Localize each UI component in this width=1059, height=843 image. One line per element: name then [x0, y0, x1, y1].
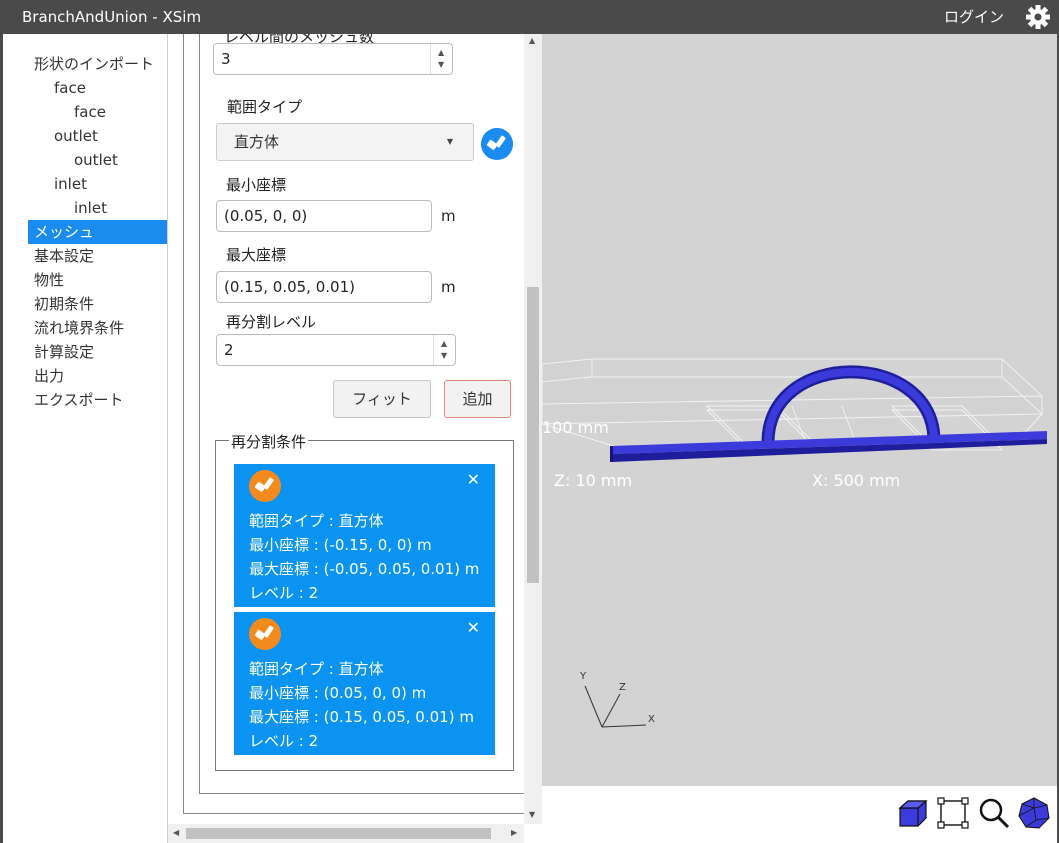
- sidebar-item-inlet[interactable]: inlet: [3, 172, 169, 196]
- range-type-value: 直方体: [234, 133, 280, 151]
- sidebar-item-initial-conditions[interactable]: 初期条件: [3, 292, 169, 316]
- 3d-viewport[interactable]: 100 mm Z: 10 mm X: 500 mm X Y Z: [542, 34, 1059, 786]
- range-type-select[interactable]: 直方体 ▼: [216, 123, 474, 161]
- sidebar-item-mesh[interactable]: メッシュ: [28, 220, 167, 244]
- sidebar-item-calc-settings[interactable]: 計算設定: [3, 340, 169, 364]
- close-icon[interactable]: ✕: [467, 470, 480, 489]
- fit-frame-icon[interactable]: [936, 796, 970, 830]
- mesh-count-value: 3: [221, 50, 231, 68]
- add-button[interactable]: 追加: [444, 380, 511, 418]
- scroll-right-icon[interactable]: ▶: [511, 828, 517, 837]
- spin-up-icon[interactable]: ▲: [438, 49, 444, 57]
- sidebar: 形状のインポート face face outlet outlet inlet i…: [0, 34, 168, 843]
- scroll-down-icon[interactable]: ▼: [529, 810, 535, 819]
- max-coord-input[interactable]: (0.15, 0.05, 0.01): [216, 271, 432, 303]
- pipe-geometry: [610, 365, 1047, 462]
- z-dimension-label: Z: 10 mm: [554, 471, 633, 490]
- refine-level-label: 再分割レベル: [226, 313, 317, 331]
- polyhedron-icon[interactable]: [1017, 796, 1051, 830]
- conditions-legend: 再分割条件: [229, 431, 309, 452]
- min-coord-input[interactable]: (0.05, 0, 0): [216, 200, 432, 232]
- axis-z-label: Z: [619, 682, 626, 693]
- fit-button[interactable]: フィット: [333, 380, 431, 418]
- condition-card[interactable]: ✕ 範囲タイプ : 直方体 最小座標 : (0.05, 0, 0) m 最大座標…: [234, 612, 495, 755]
- sidebar-item-face-child[interactable]: face: [3, 100, 169, 124]
- sidebar-item-import[interactable]: 形状のインポート: [3, 52, 169, 76]
- sidebar-item-output[interactable]: 出力: [3, 364, 169, 388]
- mesh-form-panel: レベル間のメッシュ数 3 ▲ ▼ 範囲タイプ 直方体 ▼ 最小座標 (0.05,…: [168, 34, 542, 843]
- refine-level-value: 2: [224, 341, 234, 359]
- horizontal-scrollbar[interactable]: ◀ ▶: [168, 824, 524, 843]
- max-coord-label: 最大座標: [226, 246, 287, 264]
- axis-x-label: X: [648, 714, 655, 725]
- sidebar-item-flow-boundary[interactable]: 流れ境界条件: [3, 316, 169, 340]
- condition-min: 最小座標 : (0.05, 0, 0) m: [249, 684, 427, 702]
- x-dimension-label: X: 500 mm: [812, 471, 901, 490]
- zoom-icon[interactable]: [977, 796, 1011, 830]
- vertical-scroll-thumb[interactable]: [527, 287, 539, 583]
- spin-down-icon[interactable]: ▼: [438, 61, 444, 69]
- horizontal-scroll-thumb[interactable]: [186, 828, 491, 839]
- mesh-count-stepper[interactable]: 3 ▲ ▼: [213, 43, 453, 75]
- condition-level: レベル : 2: [249, 732, 319, 750]
- scene-canvas: [542, 358, 1047, 728]
- sidebar-item-outlet-child[interactable]: outlet: [3, 148, 169, 172]
- refine-level-spin[interactable]: ▲ ▼: [433, 335, 455, 365]
- condition-max: 最大座標 : (0.15, 0.05, 0.01) m: [249, 708, 474, 726]
- brush-icon[interactable]: [481, 128, 513, 160]
- axis-y-label: Y: [580, 671, 587, 682]
- chevron-down-icon: ▼: [446, 137, 453, 146]
- spin-down-icon[interactable]: ▼: [441, 352, 447, 360]
- y-dimension-label: 100 mm: [542, 418, 609, 437]
- condition-type: 範囲タイプ : 直方体: [249, 660, 384, 678]
- refine-level-stepper[interactable]: 2 ▲ ▼: [216, 334, 456, 366]
- app-title: BranchAndUnion - XSim: [22, 8, 202, 26]
- spin-up-icon[interactable]: ▲: [441, 340, 447, 348]
- view-toolbar: [542, 786, 1059, 843]
- scroll-left-icon[interactable]: ◀: [173, 828, 179, 837]
- title-bar: BranchAndUnion - XSim ログイン: [0, 0, 1059, 34]
- sidebar-tree: 形状のインポート face face outlet outlet inlet i…: [3, 52, 169, 412]
- min-coord-unit: m: [441, 207, 456, 225]
- sidebar-item-face[interactable]: face: [3, 76, 169, 100]
- sidebar-item-properties[interactable]: 物性: [3, 268, 169, 292]
- condition-min: 最小座標 : (-0.15, 0, 0) m: [249, 536, 432, 554]
- brush-icon: [249, 470, 281, 502]
- brush-icon: [249, 618, 281, 650]
- condition-type: 範囲タイプ : 直方体: [249, 512, 384, 530]
- cube-icon[interactable]: [896, 796, 930, 830]
- close-icon[interactable]: ✕: [467, 618, 480, 637]
- vertical-scrollbar[interactable]: ▲ ▼: [524, 34, 542, 824]
- sidebar-item-basic-settings[interactable]: 基本設定: [3, 244, 169, 268]
- login-link[interactable]: ログイン: [944, 6, 1004, 27]
- gear-icon[interactable]: [1024, 4, 1052, 30]
- condition-max: 最大座標 : (-0.05, 0.05, 0.01) m: [249, 560, 480, 578]
- condition-level: レベル : 2: [249, 584, 319, 602]
- sidebar-item-inlet-child[interactable]: inlet: [3, 196, 169, 220]
- condition-card[interactable]: ✕ 範囲タイプ : 直方体 最小座標 : (-0.15, 0, 0) m 最大座…: [234, 464, 495, 607]
- mesh-count-spin[interactable]: ▲ ▼: [430, 44, 452, 74]
- scroll-up-icon[interactable]: ▲: [529, 36, 535, 45]
- sidebar-item-export[interactable]: エクスポート: [3, 388, 169, 412]
- max-coord-unit: m: [441, 278, 456, 296]
- max-coord-value: (0.15, 0.05, 0.01): [224, 278, 355, 296]
- range-type-label: 範囲タイプ: [227, 98, 303, 116]
- min-coord-label: 最小座標: [226, 176, 287, 194]
- min-coord-value: (0.05, 0, 0): [224, 207, 308, 225]
- sidebar-item-outlet[interactable]: outlet: [3, 124, 169, 148]
